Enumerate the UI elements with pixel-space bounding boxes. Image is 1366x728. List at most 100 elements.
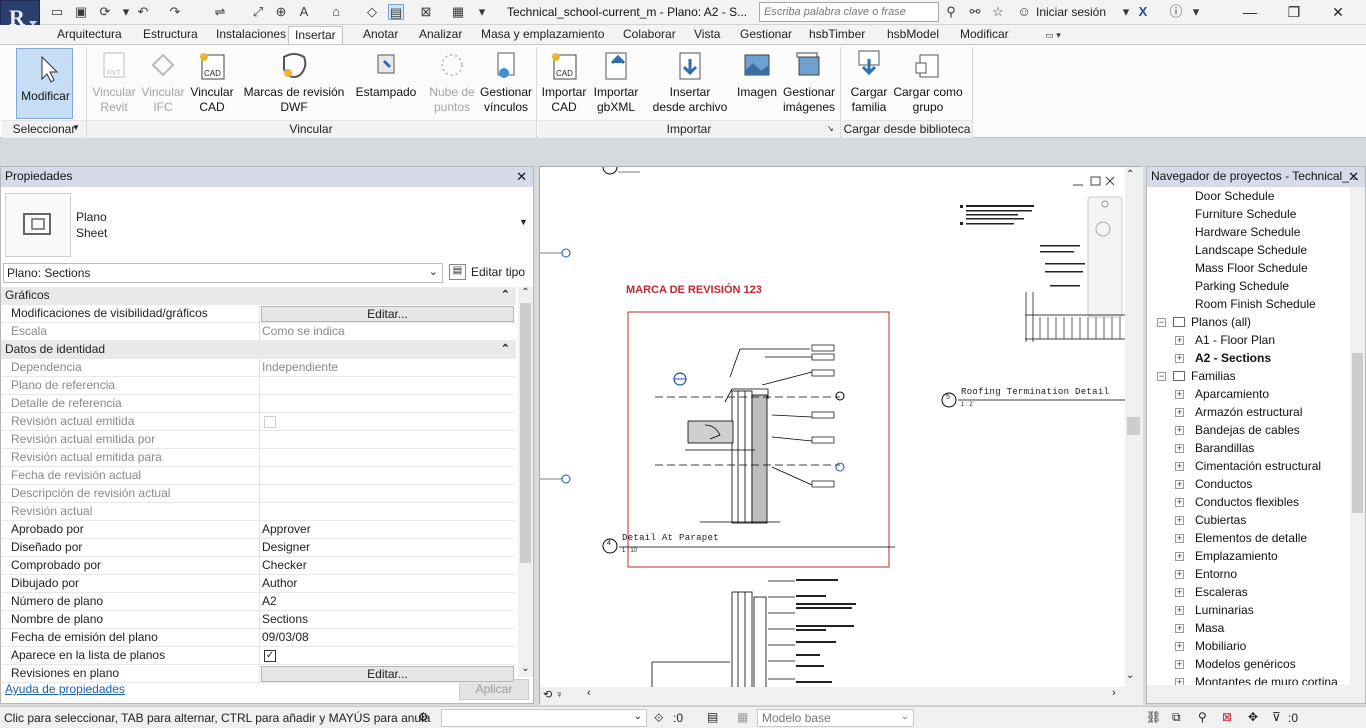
redo-icon[interactable]: ↷ (167, 4, 183, 20)
tab-hsbmodel[interactable]: hsbModel (885, 26, 941, 44)
browser-item[interactable]: Door Schedule (1195, 188, 1274, 205)
switch-windows-icon[interactable]: ▦ (450, 4, 466, 20)
dropdown-icon[interactable]: ▾ (118, 4, 134, 20)
browser-item[interactable]: Furniture Schedule (1195, 206, 1296, 223)
browser-scrollbar[interactable] (1350, 187, 1365, 685)
open-icon[interactable]: ▭ (49, 4, 65, 20)
subscription-icon[interactable]: ⚯ (967, 4, 983, 20)
close-properties-icon[interactable]: ✕ (516, 167, 527, 186)
property-value[interactable]: Designer (262, 539, 310, 556)
exchange-apps-icon[interactable]: X (1135, 4, 1151, 20)
type-dropdown-icon[interactable]: ▼ (519, 217, 528, 227)
tab-anotar[interactable]: Anotar (361, 26, 400, 44)
signin-dropdown-icon[interactable]: ▾ (1118, 4, 1134, 20)
property-value[interactable]: Checker (262, 557, 307, 574)
sync-icon[interactable]: ⟳ (97, 4, 113, 20)
property-row[interactable]: Fecha de revisión actual (1, 467, 516, 485)
ribbon-button-14[interactable]: Cargar como grupo (889, 49, 967, 115)
browser-item[interactable]: Elementos de detalle (1195, 530, 1307, 547)
save-icon[interactable]: ▣ (73, 4, 89, 20)
detail-title-parapet[interactable]: Detail At Parapet (622, 533, 719, 543)
property-row[interactable]: Comprobado por Checker (1, 557, 516, 575)
tag-icon[interactable]: ⊕ (273, 4, 289, 20)
property-row[interactable]: Plano de referencia (1, 377, 516, 395)
property-row[interactable]: Escala Como se indica (1, 323, 516, 341)
browser-item[interactable]: Cubiertas (1195, 512, 1246, 529)
property-value[interactable]: Como se indica (262, 323, 345, 340)
close-hidden-icon[interactable]: ⊠ (418, 4, 434, 20)
select-pinned-icon[interactable]: ⚲ (1198, 710, 1207, 724)
expand-icon[interactable]: + (1175, 444, 1184, 453)
text-icon[interactable]: A (296, 4, 312, 20)
browser-item[interactable]: Escaleras (1195, 584, 1248, 601)
property-row[interactable]: Descripción de revisión actual (1, 485, 516, 503)
ribbon-button-5[interactable]: Estampado (354, 49, 418, 100)
expand-icon[interactable]: + (1175, 354, 1184, 363)
ribbon-button-13[interactable]: Cargar familia (845, 49, 893, 115)
property-row[interactable]: Modificaciones de visibilidad/gráficos Ed… (1, 305, 516, 323)
tab-hsbtimber[interactable]: hsbTimber (807, 26, 867, 44)
help-dropdown-icon[interactable]: ▾ (1188, 4, 1204, 20)
property-row[interactable]: Revisiones en plano Editar... (1, 665, 516, 683)
collapse-icon[interactable]: − (1157, 372, 1166, 381)
property-row[interactable]: Dibujado por Author (1, 575, 516, 593)
browser-item[interactable]: Parking Schedule (1195, 278, 1289, 295)
expand-icon[interactable]: + (1175, 408, 1184, 417)
expand-icon[interactable]: + (1175, 426, 1184, 435)
ribbon-button-11[interactable]: Imagen (736, 49, 778, 100)
scroll-left-icon[interactable]: ‹ (587, 687, 591, 699)
property-value[interactable]: 09/03/08 (262, 629, 309, 646)
detail-title-roofing[interactable]: Roofing Termination Detail (961, 387, 1109, 397)
edit-button[interactable]: Editar... (261, 306, 514, 322)
browser-item[interactable]: Planos (all) (1191, 314, 1251, 331)
property-row[interactable]: Fecha de emisión del plano 09/03/08 (1, 629, 516, 647)
close-browser-icon[interactable]: ✕ (1348, 167, 1359, 186)
browser-item[interactable]: Armazón estructural (1195, 404, 1302, 421)
ribbon-panel-3[interactable]: Cargar desde biblioteca (842, 120, 972, 138)
3d-view-icon[interactable]: ⌂ (328, 4, 344, 20)
property-value[interactable]: A2 (262, 593, 277, 610)
tab-analizar[interactable]: Analizar (417, 26, 464, 44)
browser-item[interactable]: Modelos genéricos (1195, 656, 1296, 673)
user-icon[interactable]: ☺ (1016, 4, 1032, 20)
expand-icon[interactable]: + (1175, 660, 1184, 669)
browser-item[interactable]: Barandillas (1195, 440, 1254, 457)
revision-cloud-title[interactable]: MARCA DE REVISIÓN 123 (626, 284, 762, 296)
browser-item[interactable]: Bandejas de cables (1195, 422, 1300, 439)
expand-icon[interactable]: + (1175, 462, 1184, 471)
tab-masa-y-emplazamiento[interactable]: Masa y emplazamiento (479, 26, 606, 44)
browser-item[interactable]: Hardware Schedule (1195, 224, 1300, 241)
scroll-down-icon[interactable]: ⌄ (1126, 670, 1134, 681)
binoculars-icon[interactable]: ⚲ (943, 4, 959, 20)
browser-item[interactable]: A2 - Sections (1195, 350, 1271, 367)
browser-item[interactable]: Conductos flexibles (1195, 494, 1299, 511)
ribbon-button-8[interactable]: CAD Importar CAD (539, 49, 589, 115)
workset-dropdown[interactable]: ⌄ (441, 709, 647, 727)
expand-icon[interactable]: + (1175, 588, 1184, 597)
expand-icon[interactable]: + (1175, 534, 1184, 543)
ribbon-button-1[interactable]: RVT Vincular Revit (90, 49, 138, 115)
ribbon-button-7[interactable]: Gestionar vínculos (478, 49, 534, 115)
property-row[interactable]: Nombre de plano Sections (1, 611, 516, 629)
design-options-icon[interactable]: ▦ (737, 710, 748, 724)
tab-modificar[interactable]: Modificar (958, 26, 1011, 44)
instance-selector[interactable]: Plano: Sections ⌄ (3, 263, 443, 283)
property-row[interactable]: Aparece en la lista de planos ✓ (1, 647, 516, 665)
view-control-icon[interactable]: ⟲ ♀ (543, 688, 564, 701)
browser-item[interactable]: Masa (1195, 620, 1224, 637)
minimize-icon[interactable]: — (1228, 2, 1272, 22)
browser-item[interactable]: Mass Floor Schedule (1195, 260, 1308, 277)
property-row[interactable]: Detalle de referencia (1, 395, 516, 413)
ribbon-button-3[interactable]: CAD Vincular CAD (189, 49, 235, 115)
undo-icon[interactable]: ↶ (135, 4, 151, 20)
browser-hscroll[interactable] (1147, 685, 1365, 703)
close-icon[interactable]: ✕ (1316, 2, 1360, 22)
property-section[interactable]: Datos de identidad ⌃ (1, 341, 516, 359)
properties-scrollbar[interactable]: ⌃ ⌄ (518, 287, 533, 677)
search-input[interactable]: Escriba palabra clave o frase (759, 2, 939, 22)
dimension-icon[interactable]: ⤢ (250, 4, 266, 20)
browser-item[interactable]: Entorno (1195, 566, 1237, 583)
select-by-face-icon[interactable]: ⊠ (1222, 710, 1232, 724)
tab-gestionar[interactable]: Gestionar (738, 26, 794, 44)
expand-icon[interactable]: + (1175, 390, 1184, 399)
